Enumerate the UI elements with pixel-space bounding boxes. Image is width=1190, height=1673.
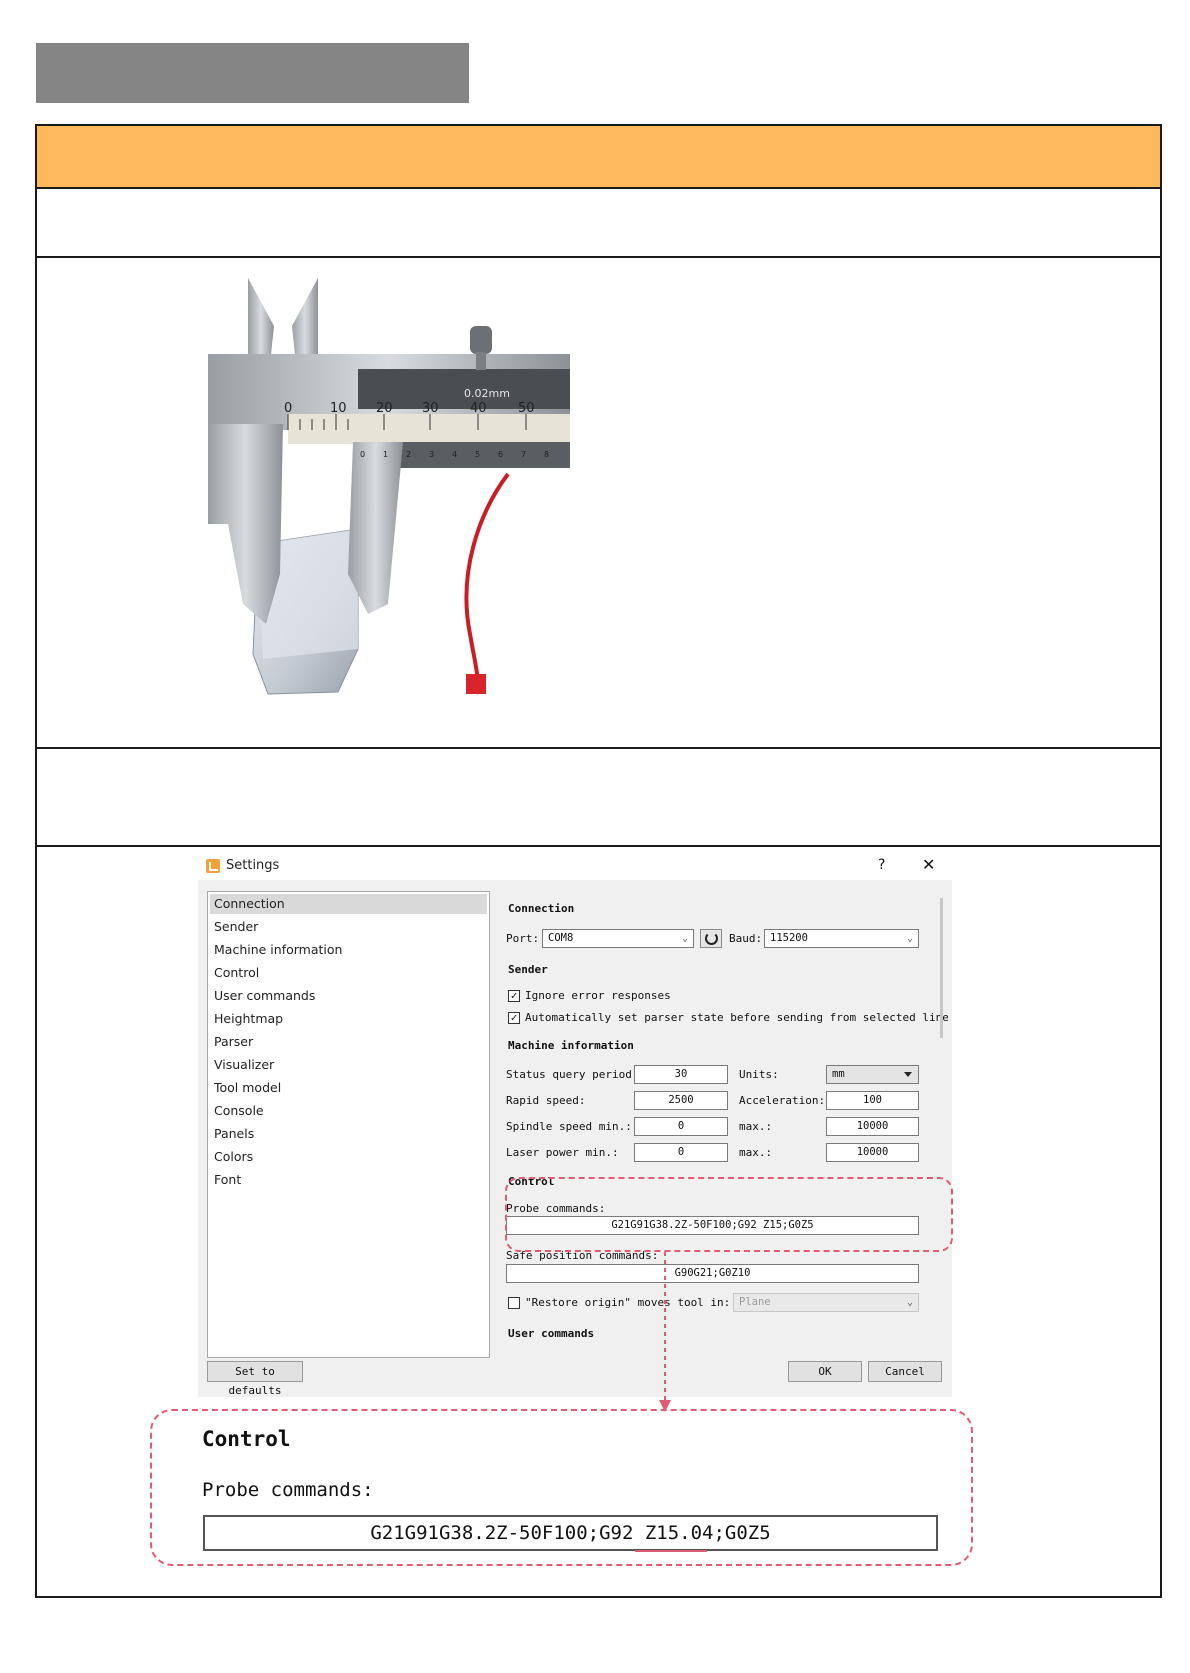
spindle-max-input[interactable]: 10000	[826, 1117, 919, 1136]
svg-text:0: 0	[360, 450, 365, 459]
zoom-probe-input[interactable]: G21G91G38.2Z-50F100;G92 Z15.04;G0Z5	[203, 1515, 938, 1551]
baud-label: Baud:	[729, 932, 763, 945]
svg-text:0.02mm: 0.02mm	[464, 387, 510, 400]
settings-pane: Connection Port: COM8 ⌄ Baud: 115200 ⌄ S…	[496, 888, 948, 1352]
svg-text:50: 50	[518, 401, 535, 416]
row-divider	[37, 256, 1160, 258]
nav-item-visualizer[interactable]: Visualizer	[210, 1055, 487, 1075]
window-title: Settings	[226, 858, 280, 873]
nav-item-tool-model[interactable]: Tool model	[210, 1078, 487, 1098]
rapid-speed-label: Rapid speed:	[506, 1094, 586, 1107]
nav-item-heightmap[interactable]: Heightmap	[210, 1009, 487, 1029]
nav-item-user-commands[interactable]: User commands	[210, 986, 487, 1006]
row-divider	[37, 747, 1160, 749]
close-icon[interactable]: ✕	[922, 855, 935, 874]
laser-max-label: max.:	[739, 1146, 773, 1159]
units-value: mm	[832, 1068, 845, 1080]
acceleration-label: Acceleration:	[739, 1094, 826, 1107]
port-select[interactable]: COM8 ⌄	[542, 929, 694, 948]
chevron-down-icon: ⌄	[906, 933, 913, 944]
cancel-button[interactable]: Cancel	[868, 1361, 942, 1382]
user-commands-heading: User commands	[508, 1327, 595, 1340]
port-label: Port:	[506, 932, 540, 945]
restore-origin-value: Plane	[739, 1296, 771, 1308]
svg-text:20: 20	[376, 401, 393, 416]
acceleration-input[interactable]: 100	[826, 1091, 919, 1110]
svg-text:6: 6	[498, 450, 503, 459]
spindle-max-label: max.:	[739, 1120, 773, 1133]
title-bar: Settings ? ✕	[198, 852, 952, 880]
status-query-label: Status query period:	[506, 1068, 639, 1081]
laser-min-input[interactable]: 0	[634, 1143, 728, 1162]
zoom-probe-label: Probe commands:	[202, 1479, 374, 1501]
laser-max-input[interactable]: 10000	[826, 1143, 919, 1162]
ignore-errors-checkbox[interactable]: ✓	[508, 990, 520, 1002]
nav-item-machine-information[interactable]: Machine information	[210, 940, 487, 960]
nav-item-sender[interactable]: Sender	[210, 917, 487, 937]
ignore-errors-label: Ignore error responses	[525, 989, 671, 1002]
nav-item-console[interactable]: Console	[210, 1101, 487, 1121]
nav-item-parser[interactable]: Parser	[210, 1032, 487, 1052]
nav-item-colors[interactable]: Colors	[210, 1147, 487, 1167]
refresh-icon[interactable]	[700, 929, 722, 948]
nav-item-control[interactable]: Control	[210, 963, 487, 983]
svg-text:4: 4	[452, 450, 457, 459]
svg-text:3: 3	[429, 450, 434, 459]
laser-min-label: Laser power min.:	[506, 1146, 619, 1159]
zoomed-control-callout: Control Probe commands: G21G91G38.2Z-50F…	[150, 1409, 973, 1566]
scrollbar[interactable]	[940, 898, 943, 1038]
svg-text:1: 1	[383, 450, 388, 459]
control-highlight	[505, 1177, 953, 1252]
zoom-control-heading: Control	[202, 1427, 291, 1451]
connection-heading: Connection	[508, 902, 575, 915]
set-defaults-button[interactable]: Set to defaults	[207, 1361, 303, 1397]
z-value-underline	[635, 1550, 707, 1552]
machine-info-heading: Machine information	[508, 1039, 634, 1052]
section-title-bar	[36, 43, 469, 103]
settings-window: Settings ? ✕ Connection Sender Machine i…	[198, 852, 952, 1397]
help-icon[interactable]: ?	[878, 857, 885, 873]
sender-heading: Sender	[508, 963, 548, 976]
chevron-down-icon: ⌄	[906, 1297, 913, 1308]
chevron-down-icon: ⌄	[681, 933, 688, 944]
restore-origin-label: "Restore origin" moves tool in:	[525, 1296, 731, 1309]
baud-select[interactable]: 115200 ⌄	[764, 929, 919, 948]
settings-nav: Connection Sender Machine information Co…	[207, 891, 490, 1358]
callout-arrow	[659, 1252, 671, 1412]
svg-text:8: 8	[544, 450, 549, 459]
restore-origin-select[interactable]: Plane ⌄	[733, 1293, 919, 1312]
status-query-input[interactable]: 30	[634, 1065, 728, 1084]
nav-item-panels[interactable]: Panels	[210, 1124, 487, 1144]
ok-button[interactable]: OK	[788, 1361, 862, 1382]
auto-parser-checkbox[interactable]: ✓	[508, 1012, 520, 1024]
svg-text:7: 7	[521, 450, 526, 459]
nav-item-font[interactable]: Font	[210, 1170, 487, 1190]
spindle-min-label: Spindle speed min.:	[506, 1120, 632, 1133]
baud-value: 115200	[770, 932, 808, 944]
safe-position-input[interactable]: G90G21;G0Z10	[506, 1264, 919, 1283]
app-icon	[206, 859, 220, 873]
auto-parser-label: Automatically set parser state before se…	[525, 1011, 948, 1024]
table-header	[37, 126, 1160, 189]
port-value: COM8	[548, 932, 574, 944]
nav-item-connection[interactable]: Connection	[210, 894, 487, 914]
svg-text:30: 30	[422, 401, 439, 416]
rapid-speed-input[interactable]: 2500	[634, 1091, 728, 1110]
units-label: Units:	[739, 1068, 779, 1081]
svg-text:5: 5	[475, 450, 480, 459]
svg-text:0: 0	[284, 401, 292, 416]
svg-text:10: 10	[330, 401, 347, 416]
row-divider	[37, 845, 1160, 847]
units-select[interactable]: mm	[826, 1065, 919, 1084]
svg-text:2: 2	[406, 450, 411, 459]
svg-text:40: 40	[470, 401, 487, 416]
caliper-photo: 0 10 20 30 40 50 0 1 2 3 4 5 6 7 8 0.02mm	[208, 278, 570, 695]
spindle-min-input[interactable]: 0	[634, 1117, 728, 1136]
dropdown-arrow-icon	[904, 1072, 912, 1077]
restore-origin-checkbox[interactable]	[508, 1297, 520, 1309]
